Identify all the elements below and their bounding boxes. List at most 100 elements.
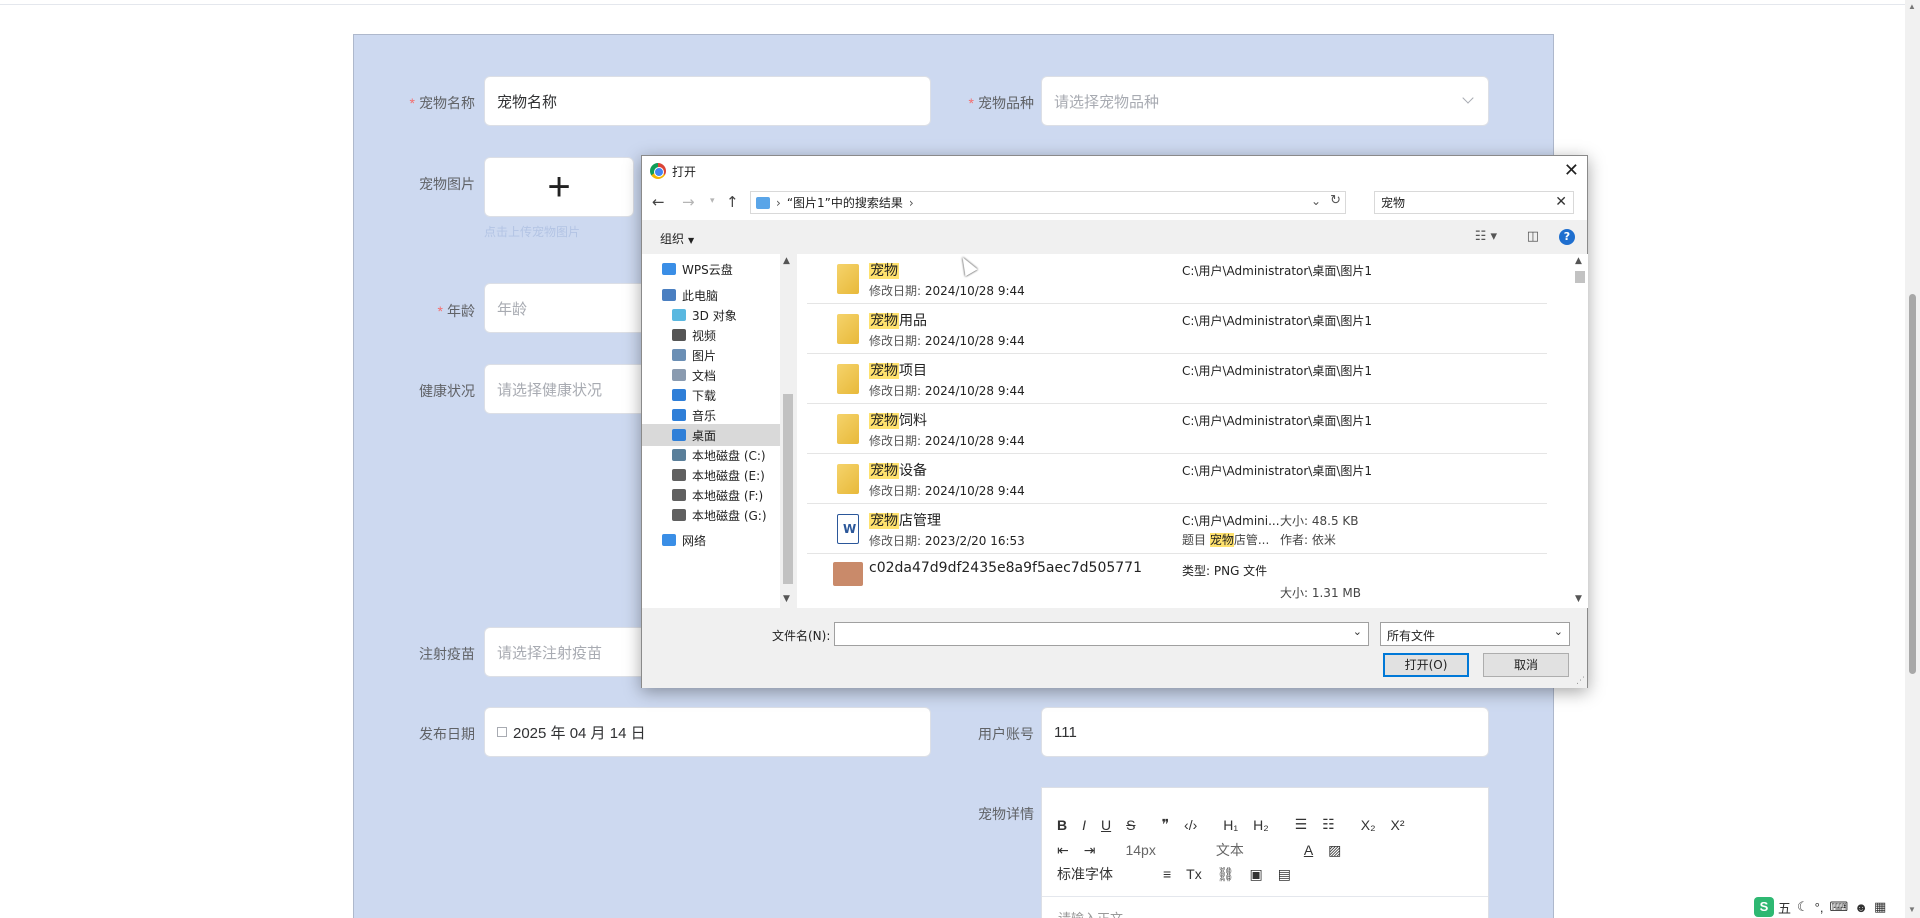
text-type-select[interactable]: 文本 xyxy=(1216,840,1244,860)
list-scrollbar[interactable]: ▲ ▼ xyxy=(1572,254,1588,608)
tree-item[interactable]: 3D 对象 xyxy=(642,304,780,326)
ordered-list-icon[interactable]: ☰ xyxy=(1295,816,1308,833)
editor-placeholder[interactable]: 请输入正文 xyxy=(1058,908,1123,918)
list-item[interactable]: 宠物 修改日期: 2024/10/28 9:44 C:\用户\Administrat… xyxy=(807,254,1547,304)
help-icon[interactable]: ? xyxy=(1559,229,1575,245)
scroll-down-icon[interactable]: ▼ xyxy=(1908,905,1916,914)
background-color-icon[interactable]: ▨ xyxy=(1328,842,1341,859)
keyboard-icon[interactable]: ⌨ xyxy=(1829,899,1848,915)
view-options-icon[interactable]: ☷ ▾ xyxy=(1475,229,1497,244)
user-icon[interactable]: ☻ xyxy=(1854,900,1868,915)
organize-button[interactable]: 组织 ▼ xyxy=(660,230,694,247)
code-icon[interactable]: ‹/› xyxy=(1184,817,1197,833)
page-scroll-thumb[interactable] xyxy=(1909,294,1916,674)
ime-mode[interactable]: 五 xyxy=(1778,898,1791,917)
quote-icon[interactable]: ❞ xyxy=(1161,816,1169,833)
tree-item[interactable]: 音乐 xyxy=(642,404,780,426)
list-item[interactable]: c02da47d9df2435e8a9f5aec7d505771 类型: PNG… xyxy=(807,554,1547,604)
image-icon[interactable]: ▣ xyxy=(1250,866,1263,883)
search-input[interactable]: 宠物 ✕ xyxy=(1374,191,1574,214)
h1-button[interactable]: H₁ xyxy=(1223,817,1238,833)
chevron-down-icon[interactable]: ⌄ xyxy=(1353,625,1362,638)
dialog-titlebar[interactable]: 打开 ✕ xyxy=(642,156,1587,186)
scroll-up-icon[interactable]: ▲ xyxy=(783,256,790,266)
tree-item[interactable]: 本地磁盘 (F:) xyxy=(642,484,780,506)
chevron-down-icon[interactable]: ⌄ xyxy=(1311,194,1321,208)
font-color-icon[interactable]: A xyxy=(1304,842,1313,858)
tree-item[interactable]: 网络 xyxy=(642,529,780,551)
tree-item[interactable]: 下载 xyxy=(642,384,780,406)
list-scroll-thumb[interactable] xyxy=(1575,271,1585,283)
file-name: 宠物设备 xyxy=(869,463,927,479)
h2-button[interactable]: H₂ xyxy=(1253,817,1269,833)
tree-item[interactable]: 图片 xyxy=(642,344,780,366)
up-icon[interactable]: ↑ xyxy=(726,193,739,211)
underline-button[interactable]: U xyxy=(1101,817,1111,833)
tree-item-label: WPS云盘 xyxy=(682,262,733,277)
align-icon[interactable]: ≡ xyxy=(1163,866,1171,882)
tree-item[interactable]: 此电脑 xyxy=(642,284,780,306)
scroll-up-icon[interactable]: ▲ xyxy=(1575,256,1582,266)
resize-grip-icon[interactable]: ⋰ xyxy=(1576,676,1585,686)
scroll-down-icon[interactable]: ▼ xyxy=(1575,594,1582,604)
clear-format-icon[interactable]: Tx xyxy=(1186,866,1202,882)
tree-item[interactable]: WPS云盘 xyxy=(642,258,780,280)
scroll-up-icon[interactable]: ▲ xyxy=(1908,2,1916,11)
font-family-select[interactable]: 标准字体 xyxy=(1057,864,1113,884)
tree-item[interactable]: 本地磁盘 (C:) xyxy=(642,444,780,466)
indent-icon[interactable]: ⇥ xyxy=(1084,842,1096,859)
scroll-down-icon[interactable]: ▼ xyxy=(783,594,790,604)
page-scrollbar[interactable]: ▲ ▼ xyxy=(1905,0,1920,918)
bold-button[interactable]: B xyxy=(1057,817,1067,833)
list-item[interactable]: 宠物项目 修改日期: 2024/10/28 9:44 C:\用户\Administr… xyxy=(807,354,1547,404)
punctuation-icon[interactable]: °, xyxy=(1815,900,1824,915)
link-icon[interactable]: ⛓ xyxy=(1217,866,1235,883)
file-list: 宠物设备 修改日期: 2024/10/28 9:44 C:\用户\Administr… xyxy=(797,254,1572,608)
forward-icon[interactable]: → xyxy=(682,193,695,211)
refresh-icon[interactable]: ↻ xyxy=(1330,193,1341,208)
tree-item[interactable]: 桌面 xyxy=(642,424,780,446)
tree-scroll-thumb[interactable] xyxy=(783,394,793,584)
filename-input[interactable]: ⌄ xyxy=(834,622,1369,646)
list-item[interactable]: 宠物设备 修改日期: 2024/10/28 9:44 C:\用户\Administr… xyxy=(807,454,1547,504)
dialog-title: 打开 xyxy=(672,164,697,179)
skin-icon[interactable]: ▦ xyxy=(1874,899,1886,915)
address-bar[interactable]: › “图片1”中的搜索结果 › ⌄ ↻ xyxy=(750,191,1346,214)
video-icon[interactable]: ▤ xyxy=(1278,866,1291,883)
cancel-button[interactable]: 取消 xyxy=(1483,653,1569,677)
clear-search-icon[interactable]: ✕ xyxy=(1555,194,1567,210)
back-icon[interactable]: ← xyxy=(652,193,665,211)
tree-item[interactable]: 本地磁盘 (E:) xyxy=(642,464,780,486)
ime-toolbar[interactable]: S 五 ☾ °, ⌨ ☻ ▦ xyxy=(1754,896,1893,918)
subscript-button[interactable]: X₂ xyxy=(1361,817,1376,833)
tree-scrollbar[interactable]: ▲ ▼ xyxy=(780,254,796,608)
tree-item-label: 下载 xyxy=(692,388,717,403)
filetype-select[interactable]: 所有文件 ⌄ xyxy=(1380,622,1570,646)
rich-text-editor[interactable]: B I U S ❞ ‹/› H₁ H₂ ☰ ☷ X₂ X² ⇤ ⇥ 14px 文… xyxy=(1041,787,1489,918)
folder-icon xyxy=(672,509,686,521)
open-button[interactable]: 打开(O) xyxy=(1383,653,1469,677)
list-item[interactable]: 宠物用品 修改日期: 2024/10/28 9:44 C:\用户\Administr… xyxy=(807,304,1547,354)
image-upload-button[interactable]: + xyxy=(484,157,634,217)
list-item[interactable]: 宠物饲料 修改日期: 2024/10/28 9:44 C:\用户\Administr… xyxy=(807,404,1547,454)
preview-pane-icon[interactable]: ◫ xyxy=(1527,229,1539,244)
publish-date-input[interactable]: 2025 年 04 月 14 日 xyxy=(484,707,931,757)
tree-item[interactable]: 视频 xyxy=(642,324,780,346)
superscript-button[interactable]: X² xyxy=(1391,817,1405,833)
breadcrumb[interactable]: “图片1”中的搜索结果 xyxy=(787,194,903,211)
tree-item[interactable]: 文档 xyxy=(642,364,780,386)
folder-icon xyxy=(672,389,686,401)
tree-item[interactable]: 本地磁盘 (G:) xyxy=(642,504,780,526)
font-size-select[interactable]: 14px xyxy=(1125,842,1155,858)
strikethrough-button[interactable]: S xyxy=(1126,817,1135,833)
user-account-input[interactable]: 111 xyxy=(1041,707,1489,757)
outdent-icon[interactable]: ⇤ xyxy=(1057,842,1069,859)
pet-name-input[interactable]: 宠物名称 xyxy=(484,76,931,126)
recent-dropdown-icon[interactable]: ▾ xyxy=(710,196,715,206)
close-icon[interactable]: ✕ xyxy=(1564,160,1579,181)
list-item[interactable]: W 宠物店管理 修改日期: 2023/2/20 16:53 C:\用户\Admi… xyxy=(807,504,1547,554)
pet-breed-select[interactable]: 请选择宠物品种 xyxy=(1041,76,1489,126)
italic-button[interactable]: I xyxy=(1082,817,1086,833)
bullet-list-icon[interactable]: ☷ xyxy=(1322,816,1335,833)
moon-icon[interactable]: ☾ xyxy=(1797,899,1809,915)
